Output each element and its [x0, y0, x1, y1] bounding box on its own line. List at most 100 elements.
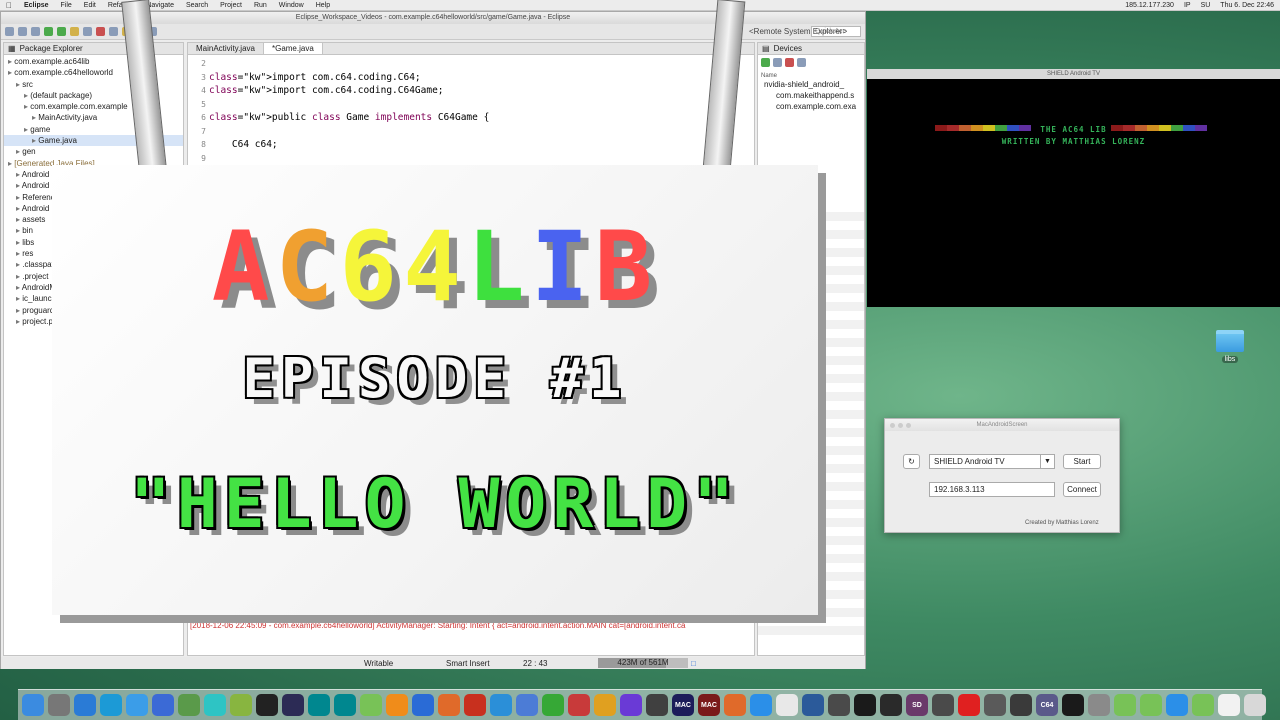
tab-mainactivity[interactable]: MainActivity.java: [188, 43, 264, 54]
eclipse-icon[interactable]: [282, 694, 304, 716]
photos-icon[interactable]: [776, 694, 798, 716]
device-select[interactable]: SHIELD Android TV ▼: [929, 454, 1055, 469]
menu-search[interactable]: Search: [186, 2, 208, 9]
apple-icon[interactable]: : [6, 1, 12, 10]
activity-icon[interactable]: [880, 694, 902, 716]
app-icon-9[interactable]: [1166, 694, 1188, 716]
menu-window[interactable]: Window: [279, 2, 304, 9]
console-output[interactable]: [2018-12-06 22:45:09 - com.example.c64he…: [187, 616, 755, 656]
stop-process-icon[interactable]: [785, 58, 794, 67]
app-icon-5[interactable]: [724, 694, 746, 716]
mac-audio-icon[interactable]: MAC: [698, 694, 720, 716]
input-source[interactable]: SU: [1201, 2, 1211, 9]
tab-game[interactable]: *Game.java: [263, 43, 323, 54]
print-icon[interactable]: [31, 27, 40, 36]
save-icon[interactable]: [18, 27, 27, 36]
app-store-icon[interactable]: [750, 694, 772, 716]
terminal-icon-2[interactable]: [854, 694, 876, 716]
code-line[interactable]: class="kw">import com.c64.coding.C64Game…: [209, 85, 444, 96]
preferences-icon[interactable]: [48, 694, 70, 716]
home-icon[interactable]: [1010, 694, 1032, 716]
menu-app-name[interactable]: Eclipse: [24, 2, 49, 9]
new-icon[interactable]: [5, 27, 14, 36]
app-icon-4[interactable]: [594, 694, 616, 716]
app-icon-3[interactable]: [542, 694, 564, 716]
intellij-icon[interactable]: [230, 694, 252, 716]
kodi-icon[interactable]: [100, 694, 122, 716]
refresh-icon[interactable]: ↻: [903, 454, 920, 469]
android-studio-icon[interactable]: [178, 694, 200, 716]
app-icon[interactable]: [152, 694, 174, 716]
process-item[interactable]: com.example.com.exa: [764, 101, 864, 112]
stop-icon[interactable]: [96, 27, 105, 36]
process-item[interactable]: com.makeithappend.s: [764, 90, 864, 101]
menu-run[interactable]: Run: [254, 2, 267, 9]
menu-edit[interactable]: Edit: [84, 2, 96, 9]
menu-project[interactable]: Project: [220, 2, 242, 9]
virtualbox-icon[interactable]: [802, 694, 824, 716]
code-line[interactable]: C64 c64;: [209, 139, 278, 150]
package-explorer-tab[interactable]: ▦ Package Explorer: [4, 43, 183, 55]
app-icon-2[interactable]: [438, 694, 460, 716]
chevron-down-icon[interactable]: ▼: [1040, 455, 1054, 468]
c64-icon[interactable]: C64: [1036, 694, 1058, 716]
update-heap-icon[interactable]: [773, 58, 782, 67]
run-icon[interactable]: [57, 27, 66, 36]
sd-icon[interactable]: SD: [906, 694, 928, 716]
start-button[interactable]: Start: [1063, 454, 1101, 469]
app-icon-7[interactable]: [984, 694, 1006, 716]
app-icon-8[interactable]: [1088, 694, 1110, 716]
device-item[interactable]: nvidia-shield_android_: [764, 79, 864, 90]
code-line[interactable]: class="kw">import com.c64.coding.C64;: [209, 72, 421, 83]
android-icon-4[interactable]: [1192, 694, 1214, 716]
remote-system-explorer-tab[interactable]: <Remote System Explorer>: [749, 27, 847, 36]
quicktime-icon[interactable]: [412, 694, 434, 716]
stack-icon[interactable]: [568, 694, 590, 716]
document-icon[interactable]: [1218, 694, 1240, 716]
menu-file[interactable]: File: [61, 2, 72, 9]
finder-icon[interactable]: [22, 694, 44, 716]
terminal-icon[interactable]: [256, 694, 278, 716]
menu-help[interactable]: Help: [316, 2, 330, 9]
c-icon[interactable]: [490, 694, 512, 716]
minimize-button[interactable]: [898, 423, 903, 428]
code-line[interactable]: class="kw">public class Game implements …: [209, 112, 489, 123]
safari-icon[interactable]: [126, 694, 148, 716]
debug-icon[interactable]: [44, 27, 53, 36]
debug-process-icon[interactable]: [761, 58, 770, 67]
heap-status[interactable]: 423M of 561M: [598, 658, 688, 668]
filezilla-icon[interactable]: [464, 694, 486, 716]
final-cut-icon[interactable]: [620, 694, 642, 716]
window-icon[interactable]: [74, 694, 96, 716]
xcode-icon[interactable]: [516, 694, 538, 716]
cube-icon[interactable]: [204, 694, 226, 716]
mac-video-icon[interactable]: MAC: [672, 694, 694, 716]
android-icon[interactable]: [360, 694, 382, 716]
ip-address-field[interactable]: 192.168.3.113: [929, 482, 1055, 497]
monitor-icon[interactable]: [828, 694, 850, 716]
opera-icon[interactable]: [958, 694, 980, 716]
trash-icon[interactable]: [1244, 694, 1266, 716]
menu-navigate[interactable]: Navigate: [146, 2, 174, 9]
arduino-icon[interactable]: [308, 694, 330, 716]
android-icon-3[interactable]: [1140, 694, 1162, 716]
terminal-icon-3[interactable]: [1062, 694, 1084, 716]
vlc-icon[interactable]: [386, 694, 408, 716]
new-java-project-icon[interactable]: [83, 27, 92, 36]
libs-folder[interactable]: libs: [1215, 330, 1245, 364]
close-button[interactable]: [890, 423, 895, 428]
zoom-button[interactable]: [906, 423, 911, 428]
external-tools-icon[interactable]: [70, 27, 79, 36]
ip-label[interactable]: IP: [1184, 2, 1191, 9]
app-icon-6[interactable]: [932, 694, 954, 716]
devices-tab[interactable]: ▤ Devices: [758, 43, 864, 55]
search-icon[interactable]: [109, 27, 118, 36]
android-icon-2[interactable]: [1114, 694, 1136, 716]
motion-icon[interactable]: [646, 694, 668, 716]
device-select-value: SHIELD Android TV: [934, 457, 1005, 466]
connect-button[interactable]: Connect: [1063, 482, 1101, 497]
arduino-icon-2[interactable]: [334, 694, 356, 716]
clock[interactable]: Thu 6. Dec 22:46: [1220, 2, 1274, 9]
gc-icon[interactable]: □: [691, 659, 696, 668]
screen-capture-icon[interactable]: [797, 58, 806, 67]
